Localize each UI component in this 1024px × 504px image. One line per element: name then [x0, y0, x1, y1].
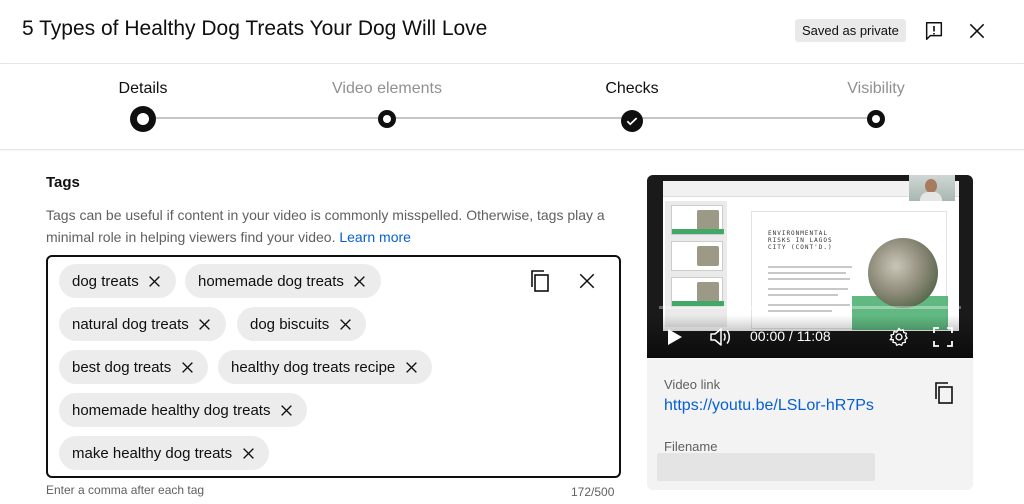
upload-stepper: Details Video elements Checks Visibility — [0, 64, 1024, 150]
webcam-overlay — [909, 175, 955, 201]
copy-tags-icon[interactable] — [526, 267, 554, 295]
video-progress-bar[interactable] — [659, 306, 961, 309]
tag-chip-label: homemade healthy dog treats — [72, 401, 271, 419]
tag-chip-label: dog treats — [72, 272, 139, 290]
slide-text-line — [768, 278, 850, 280]
feedback-icon[interactable] — [920, 17, 948, 45]
tags-heading: Tags — [46, 174, 80, 191]
slide-thumbnail — [671, 277, 724, 307]
step-checks[interactable]: Checks — [552, 80, 712, 132]
step-visibility[interactable]: Visibility — [796, 80, 956, 128]
tag-chip-label: best dog treats — [72, 358, 172, 376]
step-label: Visibility — [847, 80, 905, 97]
remove-tag-icon[interactable] — [338, 317, 352, 331]
slide-text-line — [768, 266, 852, 268]
slide-thumbnail — [671, 241, 723, 271]
video-player[interactable]: ENVIRONMENTAL RISKS IN LAGOS CITY (CONT'… — [647, 175, 973, 358]
slide-thumbnail — [671, 205, 724, 235]
step-video-elements[interactable]: Video elements — [307, 80, 467, 128]
tag-chip-label: make healthy dog treats — [72, 444, 233, 462]
fullscreen-icon[interactable] — [932, 326, 954, 348]
step-label: Details — [118, 80, 168, 97]
remove-tag-icon[interactable] — [353, 274, 367, 288]
tag-chip: healthy dog treats recipe — [218, 350, 433, 384]
video-link[interactable]: https://youtu.be/LSLor-hR7Ps — [664, 397, 874, 415]
settings-icon[interactable] — [888, 326, 910, 348]
remove-tag-icon[interactable] — [148, 274, 162, 288]
tag-chip: homemade healthy dog treats — [59, 393, 308, 427]
slide-title: ENVIRONMENTAL RISKS IN LAGOS CITY (CONT'… — [768, 230, 833, 251]
step-pending-indicator — [378, 110, 396, 128]
tag-chip-label: homemade dog treats — [198, 272, 344, 290]
learn-more-link[interactable]: Learn more — [339, 229, 411, 245]
play-icon[interactable] — [665, 327, 685, 347]
check-icon — [621, 110, 643, 132]
close-icon[interactable] — [963, 17, 991, 45]
tags-description: Tags can be useful if content in your vi… — [46, 204, 616, 248]
step-current-indicator — [130, 106, 156, 132]
video-time: 00:00 / 11:08 — [750, 328, 831, 344]
step-label: Video elements — [332, 80, 442, 97]
remove-tag-icon[interactable] — [404, 360, 418, 374]
remove-tag-icon[interactable] — [279, 403, 293, 417]
clear-tags-icon[interactable] — [573, 267, 601, 295]
filename-label: Filename — [664, 439, 718, 454]
video-controls: 00:00 / 11:08 — [647, 315, 973, 358]
slide-text-line — [768, 288, 848, 290]
tag-chip: dog treats — [59, 264, 176, 298]
remove-tag-icon[interactable] — [241, 446, 255, 460]
filename-value — [657, 453, 875, 481]
step-pending-indicator — [867, 110, 885, 128]
slide-text-line — [768, 272, 846, 274]
video-frame-slide: ENVIRONMENTAL RISKS IN LAGOS CITY (CONT'… — [751, 211, 948, 330]
stepper-track — [143, 117, 876, 119]
step-details[interactable]: Details — [63, 80, 223, 132]
tag-chip-label: dog biscuits — [250, 315, 330, 333]
tags-input-box[interactable]: dog treats homemade dog treats natural d… — [46, 255, 621, 478]
tag-chip: make healthy dog treats — [59, 436, 270, 470]
dialog-header: 5 Types of Healthy Dog Treats Your Dog W… — [0, 0, 1024, 64]
tag-chip: best dog treats — [59, 350, 209, 384]
saved-status-badge: Saved as private — [795, 19, 906, 42]
tag-chip: homemade dog treats — [185, 264, 381, 298]
tag-chip-label: natural dog treats — [72, 315, 189, 333]
tags-hint: Enter a comma after each tag — [46, 483, 205, 497]
tag-chip: natural dog treats — [59, 307, 226, 341]
video-link-label: Video link — [664, 377, 721, 392]
tags-character-count: 172/500 — [571, 485, 615, 499]
video-title: 5 Types of Healthy Dog Treats Your Dog W… — [22, 17, 488, 40]
slide-text-line — [768, 310, 832, 312]
slide-text-line — [768, 294, 838, 296]
tag-chip: dog biscuits — [237, 307, 367, 341]
copy-link-icon[interactable] — [931, 380, 957, 406]
slide-photo — [868, 238, 938, 308]
remove-tag-icon[interactable] — [180, 360, 194, 374]
tag-chip-label: healthy dog treats recipe — [231, 358, 396, 376]
remove-tag-icon[interactable] — [198, 317, 212, 331]
volume-icon[interactable] — [709, 327, 733, 347]
tags-description-text: Tags can be useful if content in your vi… — [46, 207, 605, 245]
step-label: Checks — [605, 80, 659, 97]
video-preview-card: ENVIRONMENTAL RISKS IN LAGOS CITY (CONT'… — [647, 175, 973, 490]
